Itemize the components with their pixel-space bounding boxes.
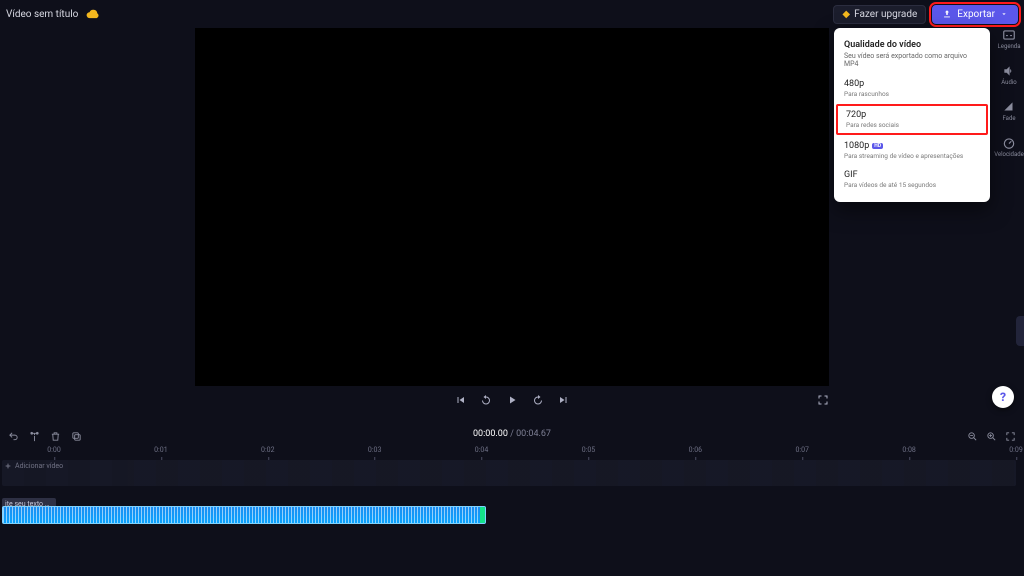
upload-icon <box>942 9 952 19</box>
timeline-toolbar: 00:00.00 / 00:04.67 <box>0 426 1024 446</box>
ruler-tick: 0:02 <box>261 446 275 454</box>
clip-end-handle[interactable] <box>480 507 485 523</box>
cloud-sync-icon <box>86 7 100 21</box>
hd-badge: HD <box>872 143 883 149</box>
skip-end-icon[interactable] <box>558 394 570 406</box>
help-label: ? <box>1000 390 1006 404</box>
play-icon[interactable] <box>506 394 518 406</box>
right-side-strip: Legenda Áudio Fade Velocidade <box>994 0 1024 420</box>
captions-label: Legenda <box>998 43 1021 50</box>
add-video-label[interactable]: Adicionar vídeo <box>4 462 63 470</box>
fit-icon[interactable] <box>1005 431 1016 442</box>
ruler-tick: 0:06 <box>689 446 703 454</box>
export-quality-dropdown: Qualidade do vídeo Seu vídeo será export… <box>834 28 990 202</box>
export-option-sub: Para vídeos de até 15 segundos <box>844 181 980 189</box>
top-bar: Vídeo sem título ◆ Fazer upgrade Exporta… <box>0 0 1024 28</box>
timeline-tools-left <box>8 431 82 442</box>
export-option-sub: Para rascunhos <box>844 90 980 98</box>
ruler-tick: 0:00 <box>47 446 61 454</box>
audio-label: Áudio <box>1001 79 1016 86</box>
player-controls <box>195 386 829 408</box>
captions-panel-button[interactable]: Legenda <box>998 28 1021 50</box>
total-time: 00:04.67 <box>516 429 551 439</box>
export-option-title: 480p <box>844 79 980 89</box>
duplicate-icon[interactable] <box>71 431 82 442</box>
collapse-right-panel[interactable] <box>1016 316 1024 346</box>
export-subheading: Seu vídeo será exportado como arquivo MP… <box>834 52 990 74</box>
zoom-out-icon[interactable] <box>967 431 978 442</box>
timeline-area: 00:00.00 / 00:04.67 0:00 0:01 0:02 0:03 0:04… <box>0 426 1024 576</box>
export-option-sub: Para streaming de vídeo e apresentações <box>844 152 980 160</box>
top-bar-right: ◆ Fazer upgrade Exportar <box>833 5 1018 24</box>
export-heading: Qualidade do vídeo <box>834 36 990 52</box>
timeline-ruler[interactable]: 0:000:010:020:030:040:050:060:070:080:09 <box>54 446 1016 460</box>
video-preview[interactable] <box>195 28 829 386</box>
export-option-480p[interactable]: 480pPara rascunhos <box>834 74 990 103</box>
export-option-sub: Para redes sociais <box>846 121 978 129</box>
ruler-tick: 0:01 <box>154 446 168 454</box>
forward-icon[interactable] <box>532 394 544 406</box>
zoom-in-icon[interactable] <box>986 431 997 442</box>
export-option-title: 720p <box>846 110 978 120</box>
upgrade-button[interactable]: ◆ Fazer upgrade <box>833 5 926 24</box>
diamond-icon: ◆ <box>842 9 850 20</box>
audio-panel-button[interactable]: Áudio <box>1001 64 1016 86</box>
export-option-1080p[interactable]: 1080pHDPara streaming de vídeo e apresen… <box>834 136 990 165</box>
video-track[interactable]: Adicionar vídeo <box>2 460 1016 486</box>
rewind-icon[interactable] <box>480 394 492 406</box>
fullscreen-icon[interactable] <box>817 394 829 406</box>
slash: / <box>508 429 516 439</box>
tracks-container: Adicionar vídeo ite seu texto p... <box>2 460 1016 524</box>
fade-panel-button[interactable]: Fade <box>1002 100 1016 122</box>
export-option-title: GIF <box>844 170 980 180</box>
text-track[interactable]: ite seu texto p... <box>2 489 1016 503</box>
undo-icon[interactable] <box>8 431 19 442</box>
speed-panel-button[interactable]: Velocidade <box>994 136 1024 158</box>
ruler-tick: 0:07 <box>795 446 809 454</box>
ruler-tick: 0:05 <box>582 446 596 454</box>
export-option-gif[interactable]: GIFPara vídeos de até 15 segundos <box>834 165 990 194</box>
current-time: 00:00.00 <box>473 429 508 439</box>
timeline-tools-right <box>967 431 1016 442</box>
upgrade-label: Fazer upgrade <box>854 9 917 20</box>
timecode: 00:00.00 / 00:04.67 <box>473 429 551 443</box>
speed-label: Velocidade <box>994 151 1024 158</box>
ruler-tick: 0:04 <box>475 446 489 454</box>
help-button[interactable]: ? <box>992 386 1014 408</box>
audio-clip[interactable] <box>2 506 486 524</box>
ruler-tick: 0:09 <box>1009 446 1023 454</box>
ruler-tick: 0:03 <box>368 446 382 454</box>
split-icon[interactable] <box>29 431 40 442</box>
project-title[interactable]: Vídeo sem título <box>6 9 78 20</box>
trash-icon[interactable] <box>50 431 61 442</box>
export-option-title: 1080pHD <box>844 141 980 151</box>
export-option-720p[interactable]: 720pPara redes sociais <box>836 104 988 135</box>
export-label: Exportar <box>957 9 995 20</box>
fade-label: Fade <box>1002 115 1015 122</box>
ruler-tick: 0:08 <box>902 446 916 454</box>
audio-track[interactable] <box>2 506 1016 524</box>
skip-start-icon[interactable] <box>454 394 466 406</box>
top-bar-left: Vídeo sem título <box>6 7 100 21</box>
waveform <box>3 507 485 523</box>
